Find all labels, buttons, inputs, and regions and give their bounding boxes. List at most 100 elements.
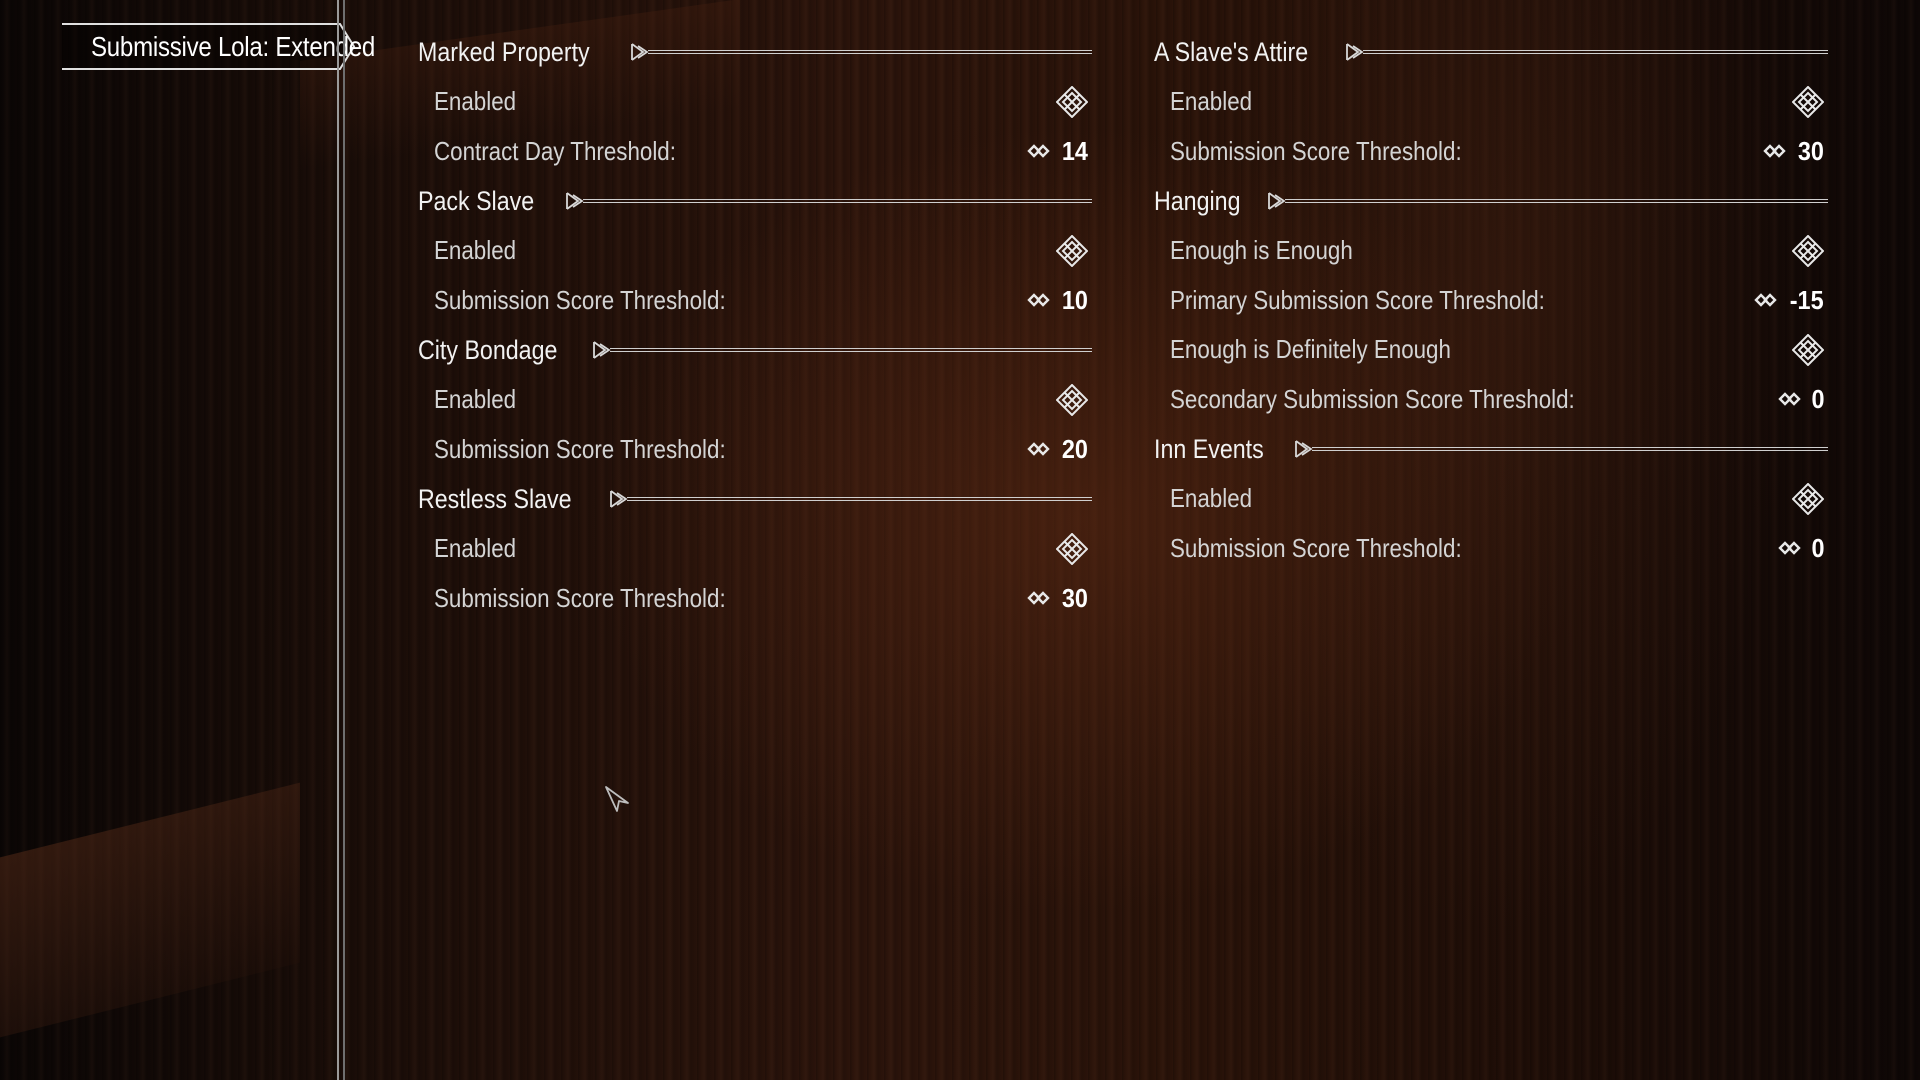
section-title: Hanging — [1154, 185, 1241, 216]
toggle-option-enabled[interactable]: Enabled — [418, 77, 1092, 127]
slider-option-submission-score-threshold[interactable]: Submission Score Threshold: 0 — [1154, 524, 1828, 574]
section-hanging: Hanging Enough is Enough Primary Submissio… — [1154, 176, 1828, 424]
checkbox-control[interactable] — [1792, 85, 1824, 118]
checkbox-control[interactable] — [1056, 234, 1088, 267]
slider-value[interactable]: -15 — [1754, 285, 1824, 316]
rule-line — [610, 348, 1092, 352]
section-rule — [1345, 42, 1828, 62]
option-label: Submission Score Threshold: — [1170, 532, 1462, 563]
toggle-option-enabled[interactable]: Enabled — [418, 226, 1092, 276]
slider-value[interactable]: 14 — [1027, 136, 1088, 167]
checkbox-control[interactable] — [1792, 234, 1824, 267]
section-header: Hanging — [1154, 176, 1828, 226]
slider-value[interactable]: 10 — [1027, 285, 1088, 316]
toggle-option-enough-is-definitely-enough[interactable]: Enough is Definitely Enough — [1154, 325, 1828, 375]
section-rule — [609, 489, 1092, 509]
slider-value[interactable]: 20 — [1027, 434, 1088, 465]
slider-option-contract-day-threshold[interactable]: Contract Day Threshold: 14 — [418, 127, 1092, 177]
rule-arrow-icon — [566, 192, 584, 210]
checkbox-control[interactable] — [1056, 85, 1088, 118]
section-rule — [565, 191, 1092, 211]
section-title: Pack Slave — [418, 185, 535, 216]
checkbox-icon — [1792, 234, 1824, 267]
rule-arrow-icon — [630, 43, 649, 61]
slider-icon — [1763, 144, 1786, 158]
section-inn-events: Inn Events Enabled Submission Score Thresh… — [1154, 424, 1828, 573]
sidebar-tab-label: Submissive Lola: Extended — [91, 30, 376, 62]
option-label: Enabled — [434, 533, 517, 564]
option-label: Enabled — [1170, 86, 1253, 117]
settings-column-left: Marked Property Enabled Contract Day Thres… — [418, 27, 1092, 623]
option-label: Secondary Submission Score Threshold: — [1170, 383, 1575, 414]
slider-option-submission-score-threshold[interactable]: Submission Score Threshold: 10 — [418, 276, 1092, 326]
option-label: Enough is Enough — [1170, 235, 1353, 266]
section-title: A Slave's Attire — [1154, 36, 1309, 67]
section-header: Pack Slave — [418, 176, 1092, 226]
option-label: Submission Score Threshold: — [434, 433, 726, 464]
section-city-bondage: City Bondage Enabled Submission Score Thre… — [418, 325, 1092, 474]
rule-line — [626, 497, 1092, 501]
slider-icon — [1027, 144, 1050, 158]
rule-line — [1284, 199, 1828, 203]
slider-icon — [1777, 392, 1801, 406]
slider-icon — [1027, 293, 1050, 307]
rule-arrow-icon — [1294, 440, 1313, 458]
checkbox-icon — [1792, 85, 1824, 118]
slider-value[interactable]: 0 — [1777, 383, 1824, 415]
option-label: Enabled — [434, 86, 517, 117]
checkbox-icon — [1056, 532, 1088, 565]
rule-line — [583, 199, 1092, 203]
slider-value-text: 30 — [1061, 582, 1088, 613]
section-a-slave-s-attire: A Slave's Attire Enabled Submission Score … — [1154, 27, 1828, 176]
option-label: Enough is Definitely Enough — [1170, 334, 1451, 365]
checkbox-control[interactable] — [1056, 383, 1088, 416]
section-title: Marked Property — [418, 36, 590, 67]
mouse-cursor-icon — [605, 786, 629, 812]
section-header: City Bondage — [418, 325, 1092, 375]
rule-arrow-icon — [609, 490, 628, 508]
slider-value[interactable]: 30 — [1763, 136, 1824, 167]
toggle-option-enabled[interactable]: Enabled — [418, 375, 1092, 425]
toggle-option-enough-is-enough[interactable]: Enough is Enough — [1154, 226, 1828, 276]
checkbox-control[interactable] — [1792, 333, 1824, 366]
slider-option-secondary-submission-score-threshold[interactable]: Secondary Submission Score Threshold: 0 — [1154, 375, 1828, 425]
rule-arrow-icon — [593, 341, 611, 359]
slider-option-submission-score-threshold[interactable]: Submission Score Threshold: 30 — [1154, 127, 1828, 177]
toggle-option-enabled[interactable]: Enabled — [418, 524, 1092, 574]
toggle-option-enabled[interactable]: Enabled — [1154, 77, 1828, 127]
option-label: Submission Score Threshold: — [434, 284, 726, 315]
slider-option-primary-submission-score-threshold[interactable]: Primary Submission Score Threshold: -15 — [1154, 276, 1828, 326]
section-restless-slave: Restless Slave Enabled Submission Score Th… — [418, 474, 1092, 623]
rule-arrow-icon — [1346, 43, 1364, 61]
sidebar-tab-submissive-lola[interactable]: Submissive Lola: Extended — [62, 21, 375, 72]
toggle-option-enabled[interactable]: Enabled — [1154, 474, 1828, 524]
section-rule — [630, 42, 1092, 62]
section-rule — [1267, 191, 1828, 211]
rule-line — [647, 50, 1092, 54]
checkbox-control[interactable] — [1792, 482, 1824, 515]
slider-value-text: 0 — [1810, 532, 1824, 563]
checkbox-icon — [1792, 333, 1824, 366]
slider-value[interactable]: 30 — [1027, 583, 1088, 614]
section-pack-slave: Pack Slave Enabled Submission Score Thresh… — [418, 176, 1092, 325]
slider-value-text: 14 — [1061, 135, 1088, 166]
slider-value-text: -15 — [1790, 284, 1824, 315]
background-wood-plank — [0, 782, 300, 1038]
section-rule — [592, 340, 1092, 360]
checkbox-control[interactable] — [1056, 532, 1088, 565]
option-label: Submission Score Threshold: — [1170, 135, 1462, 166]
option-label: Submission Score Threshold: — [434, 582, 726, 613]
slider-option-submission-score-threshold[interactable]: Submission Score Threshold: 20 — [418, 425, 1092, 475]
checkbox-icon — [1056, 383, 1088, 416]
section-header: Inn Events — [1154, 424, 1828, 474]
slider-value-text: 0 — [1810, 383, 1824, 414]
section-header: A Slave's Attire — [1154, 27, 1828, 77]
slider-icon — [1027, 591, 1050, 605]
slider-value-text: 20 — [1061, 433, 1088, 464]
slider-value[interactable]: 0 — [1777, 532, 1824, 564]
slider-icon — [1754, 293, 1778, 307]
section-header: Restless Slave — [418, 474, 1092, 524]
option-label: Contract Day Threshold: — [434, 135, 676, 166]
slider-option-submission-score-threshold[interactable]: Submission Score Threshold: 30 — [418, 574, 1092, 624]
checkbox-icon — [1056, 234, 1088, 267]
